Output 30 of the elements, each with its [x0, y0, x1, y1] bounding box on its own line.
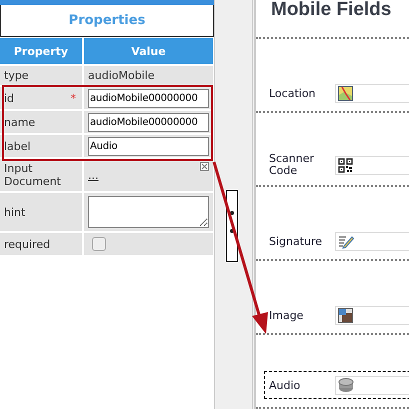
property-name: required [4, 238, 50, 250]
field-label: Scanner Code [269, 153, 316, 177]
field-label: Image [269, 310, 304, 322]
selected-field-outline[interactable]: Audio [264, 371, 409, 399]
checkbox[interactable] [92, 237, 106, 251]
property-name: name [4, 116, 36, 128]
property-name: id [4, 92, 14, 104]
required-mark: * [70, 92, 76, 104]
field-label: Signature [269, 236, 324, 248]
input-field[interactable]: audioMobile00000000 [88, 88, 209, 108]
property-name: label [4, 140, 31, 152]
property-value: audioMobile [88, 69, 155, 82]
form-title: Mobile Fields [256, 0, 409, 39]
field-label: Audio [269, 380, 302, 392]
column-header: Value [84, 38, 213, 64]
close-icon[interactable] [200, 162, 209, 171]
map-icon [338, 86, 353, 101]
input-field[interactable]: audioMobile00000000 [88, 112, 209, 132]
signature-pen-icon [338, 234, 354, 249]
audio-disc-icon [338, 378, 354, 393]
property-name: hint [4, 206, 26, 218]
field-label: Location [269, 88, 317, 100]
document-link[interactable]: ... [88, 168, 98, 182]
column-header: Property [0, 38, 82, 64]
qr-code-icon [338, 158, 353, 172]
input-field[interactable]: Audio [88, 136, 209, 156]
property-name: type [4, 69, 29, 82]
hint-field[interactable] [88, 196, 209, 228]
property-name: Input Document [4, 162, 62, 188]
image-icon [338, 308, 353, 323]
